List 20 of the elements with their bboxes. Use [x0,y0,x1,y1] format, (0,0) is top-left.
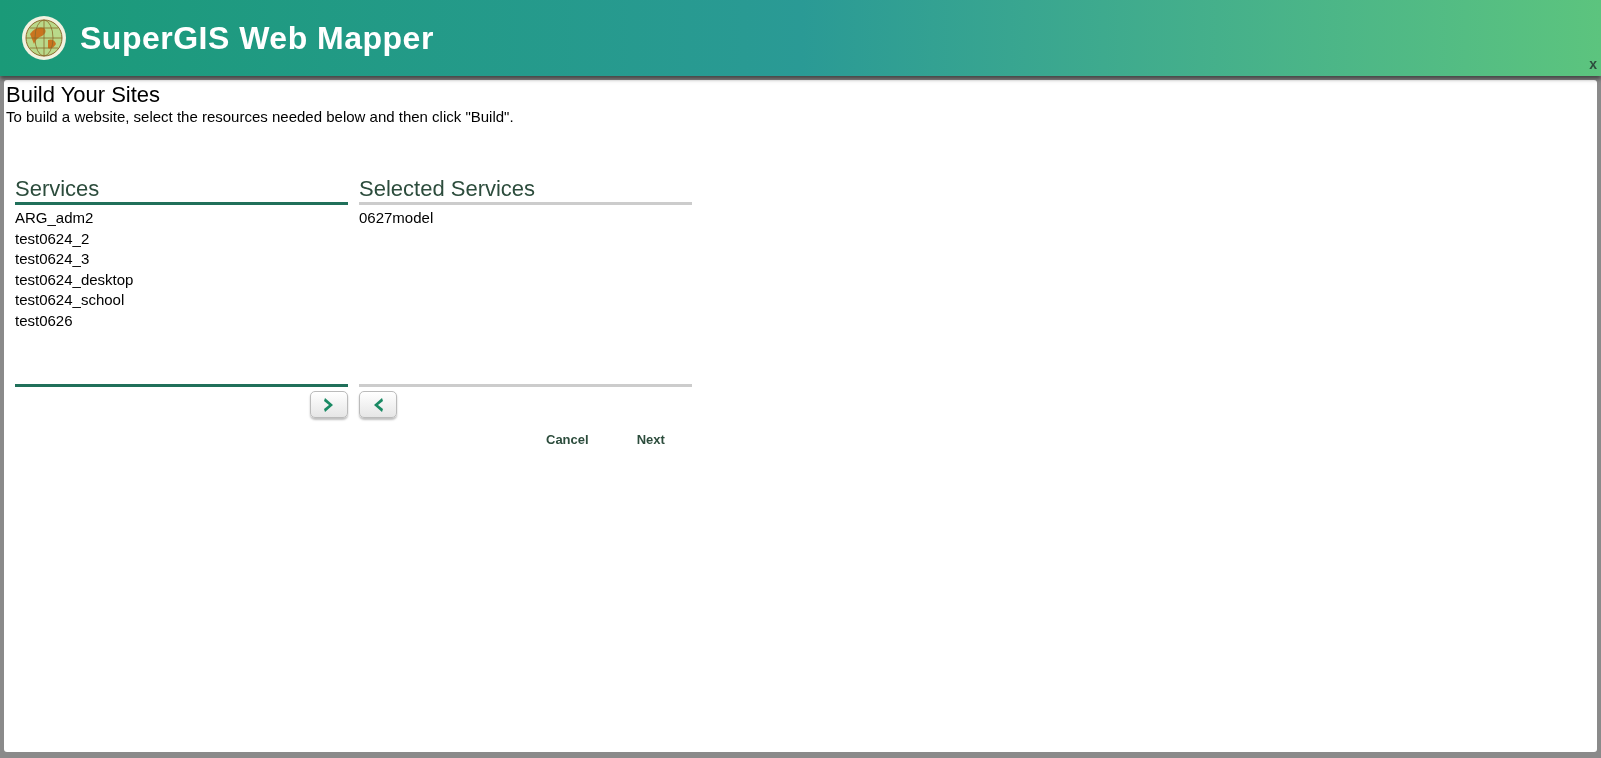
service-list-item[interactable]: 0627model [359,208,434,229]
column-heading: Services [15,174,348,205]
globe-logo-icon [20,14,68,62]
service-list-item[interactable]: ARG_adm2 [15,208,94,229]
remove-button[interactable] [359,391,397,418]
service-list-item[interactable]: test0624_school [15,290,125,311]
service-list-item[interactable]: test0624_desktop [15,269,134,290]
app-title: SuperGIS Web Mapper [80,19,434,58]
service-list-item[interactable]: test0626 [15,310,73,331]
add-button[interactable] [310,391,348,418]
close-button[interactable]: x [1589,56,1597,72]
service-list-item[interactable]: test0624_2 [15,228,90,249]
chevron-left-icon [372,396,384,413]
next-button[interactable]: Next [636,430,665,450]
cancel-button[interactable]: Cancel [546,430,589,450]
instructions-text: To build a website, select the resources needed below and then click "Build". [6,108,515,126]
page-title: Build Your Sites [6,82,162,108]
column-heading: Selected Services [359,174,692,205]
chevron-right-icon [323,396,335,413]
service-list-item[interactable]: test0624_3 [15,249,90,270]
